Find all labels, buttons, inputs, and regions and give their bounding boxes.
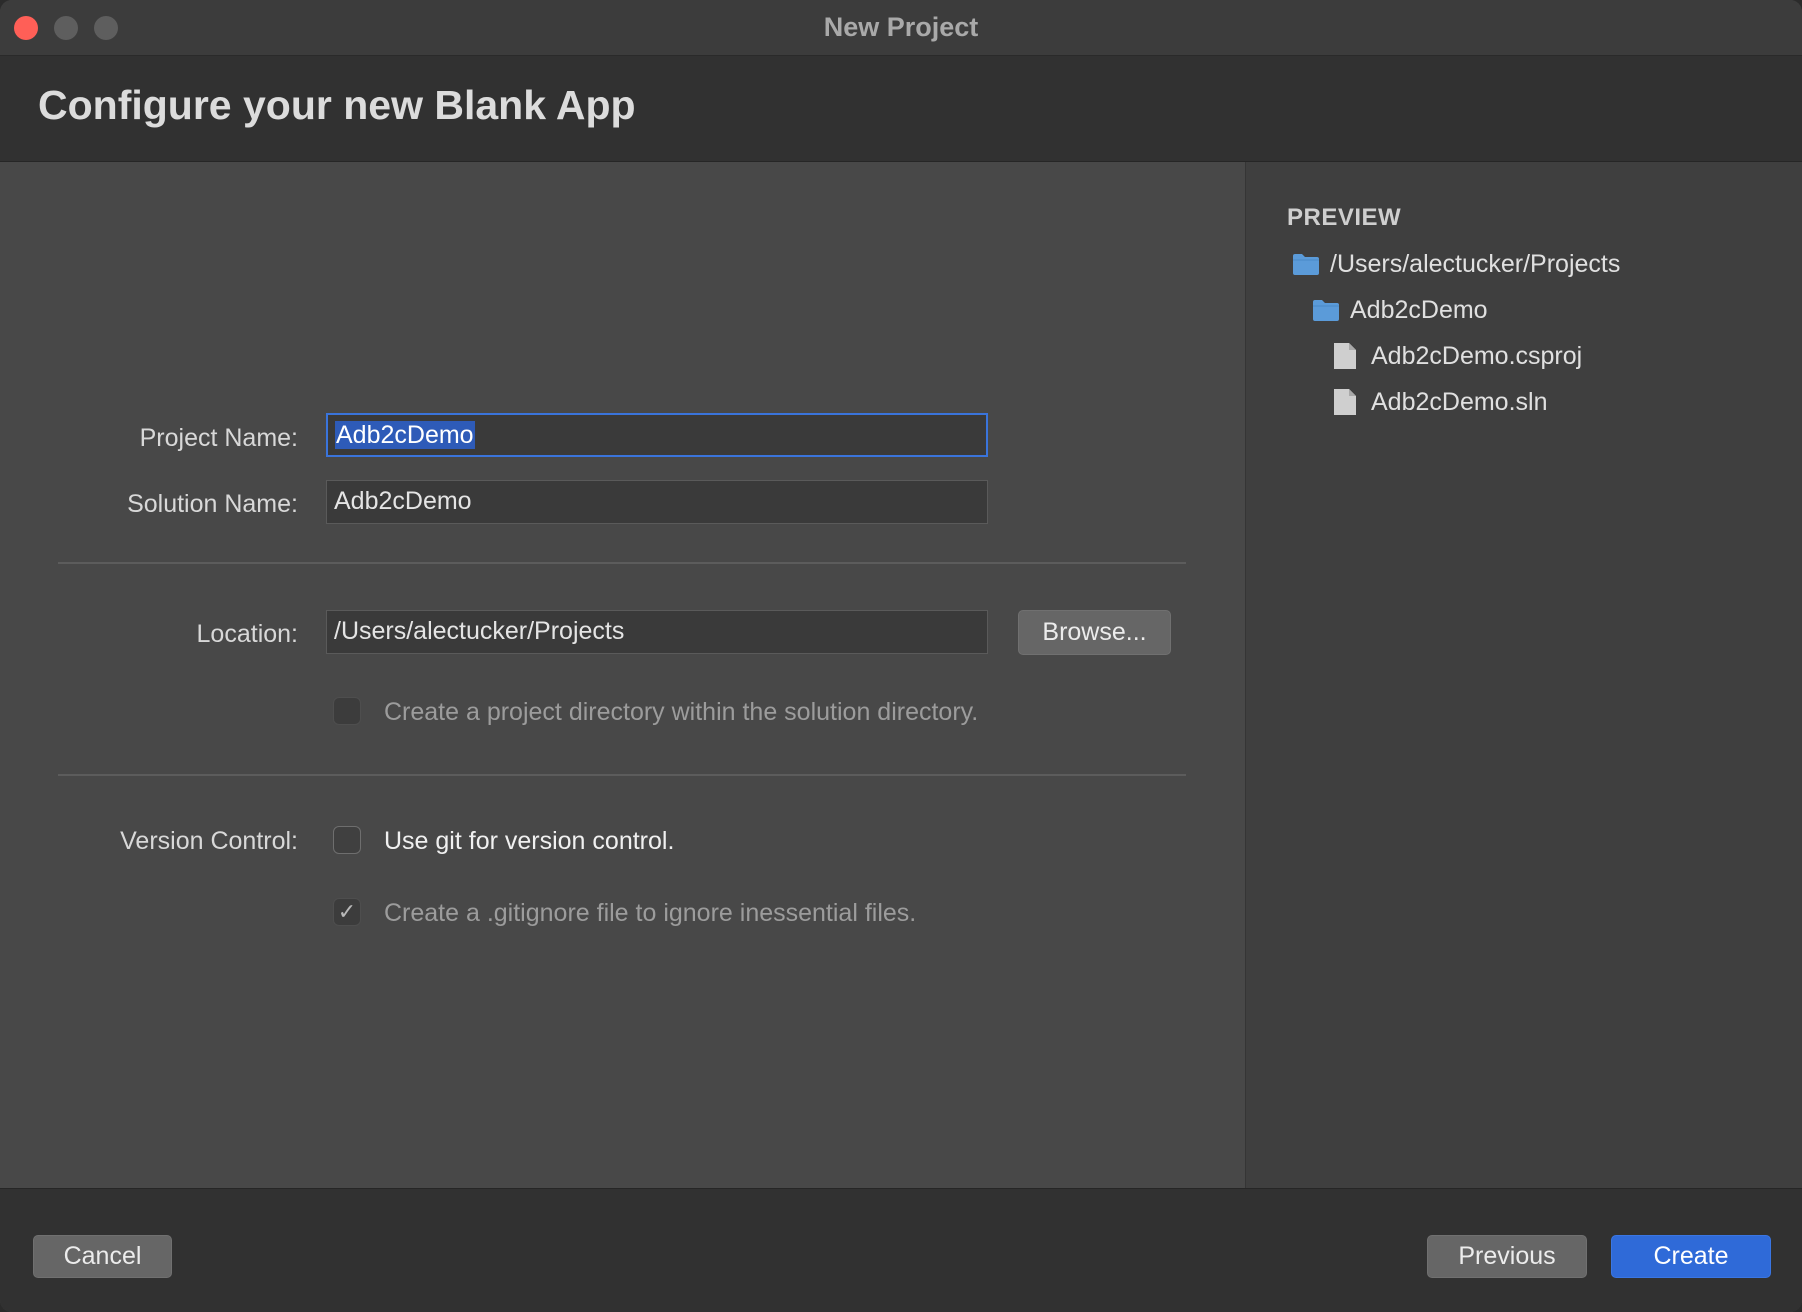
create-button[interactable]: Create (1611, 1235, 1771, 1278)
project-name-value: Adb2cDemo (335, 421, 475, 449)
version-control-label: Version Control: (120, 827, 298, 855)
page-title: Configure your new Blank App (38, 82, 636, 128)
folder-icon (1293, 254, 1319, 275)
tree-item-label: Adb2cDemo.csproj (1371, 342, 1583, 370)
page-header: Configure your new Blank App (0, 56, 1802, 162)
folder-icon (1313, 300, 1339, 321)
preview-panel: PREVIEW /Users/alectucker/Projects Adb2c… (1245, 162, 1802, 1188)
preview-heading: PREVIEW (1287, 204, 1402, 231)
project-name-input[interactable]: Adb2cDemo (326, 413, 988, 457)
tree-item-label: Adb2cDemo.sln (1371, 388, 1548, 416)
gitignore-checkbox[interactable]: ✓ (333, 898, 361, 926)
section-divider (58, 774, 1186, 776)
title-bar: New Project (0, 0, 1802, 56)
new-project-window: New Project Configure your new Blank App… (0, 0, 1802, 1312)
footer-bar: Cancel Previous Create (0, 1188, 1802, 1312)
file-icon (1334, 343, 1356, 369)
location-label: Location: (196, 620, 298, 648)
previous-button[interactable]: Previous (1427, 1235, 1587, 1278)
window-title: New Project (823, 12, 979, 42)
tree-item-label: Adb2cDemo (1350, 296, 1488, 324)
project-directory-checkbox[interactable] (333, 697, 361, 725)
project-directory-checkbox-label: Create a project directory within the so… (384, 698, 979, 726)
project-name-label: Project Name: (139, 424, 298, 452)
use-git-checkbox[interactable] (333, 826, 361, 854)
browse-button[interactable]: Browse... (1018, 610, 1171, 655)
cancel-button[interactable]: Cancel (33, 1235, 172, 1278)
tree-item-label: /Users/alectucker/Projects (1330, 250, 1621, 278)
checkmark-icon: ✓ (337, 899, 357, 924)
gitignore-checkbox-label: Create a .gitignore file to ignore iness… (384, 899, 917, 927)
file-icon (1334, 389, 1356, 415)
configuration-form: Project Name: Adb2cDemo Solution Name: A… (0, 162, 1245, 1188)
use-git-checkbox-label: Use git for version control. (384, 827, 675, 855)
location-input[interactable]: /Users/alectucker/Projects (326, 610, 988, 654)
solution-name-label: Solution Name: (127, 490, 298, 518)
section-divider (58, 562, 1186, 564)
solution-name-input[interactable]: Adb2cDemo (326, 480, 988, 524)
